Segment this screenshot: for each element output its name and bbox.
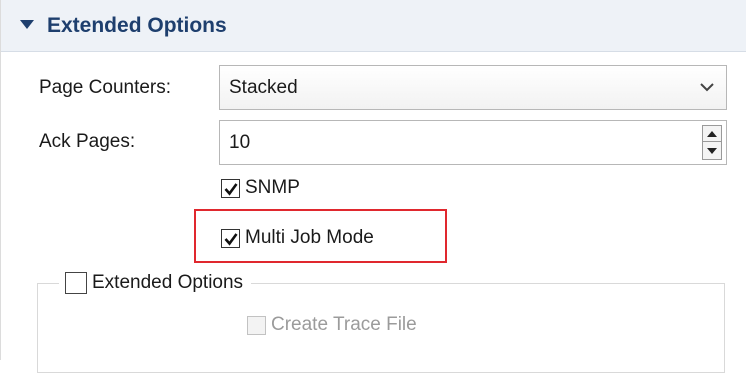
snmp-label: SNMP xyxy=(245,177,300,198)
multi-job-mode-label: Multi Job Mode xyxy=(245,227,374,248)
checkmark-icon xyxy=(224,182,238,196)
extended-options-checkbox-row[interactable]: Extended Options xyxy=(59,269,252,297)
snmp-checkbox[interactable] xyxy=(221,178,240,198)
ack-pages-label: Ack Pages: xyxy=(39,131,136,152)
multi-job-mode-checkbox-row[interactable]: Multi Job Mode xyxy=(221,226,374,250)
multi-job-mode-checkbox[interactable] xyxy=(221,228,240,248)
extended-options-panel: Extended Options Page Counters: Stacked … xyxy=(0,0,746,373)
create-trace-file-checkbox xyxy=(247,315,266,335)
spinner-buttons xyxy=(702,125,722,160)
page-counters-label: Page Counters: xyxy=(39,77,172,98)
spin-down-button[interactable] xyxy=(703,143,721,159)
spin-up-button[interactable] xyxy=(703,126,721,142)
create-trace-file-checkbox-row: Create Trace File xyxy=(247,313,417,337)
extended-options-label: Extended Options xyxy=(92,272,244,293)
page-counters-value: Stacked xyxy=(229,77,298,98)
checkmark-icon xyxy=(224,232,238,246)
ack-pages-spinner[interactable]: 10 xyxy=(219,120,727,165)
ack-pages-value: 10 xyxy=(229,132,251,153)
section-title: Extended Options xyxy=(47,14,227,37)
page-counters-select[interactable]: Stacked xyxy=(219,65,727,110)
arrow-up-icon xyxy=(707,130,717,137)
create-trace-file-label: Create Trace File xyxy=(271,314,417,335)
chevron-down-icon[interactable] xyxy=(698,78,716,96)
expand-triangle-icon[interactable] xyxy=(20,20,34,29)
extended-options-checkbox[interactable] xyxy=(65,272,87,294)
snmp-checkbox-row[interactable]: SNMP xyxy=(221,176,300,200)
arrow-down-icon xyxy=(707,148,717,154)
section-header[interactable]: Extended Options xyxy=(1,0,746,52)
